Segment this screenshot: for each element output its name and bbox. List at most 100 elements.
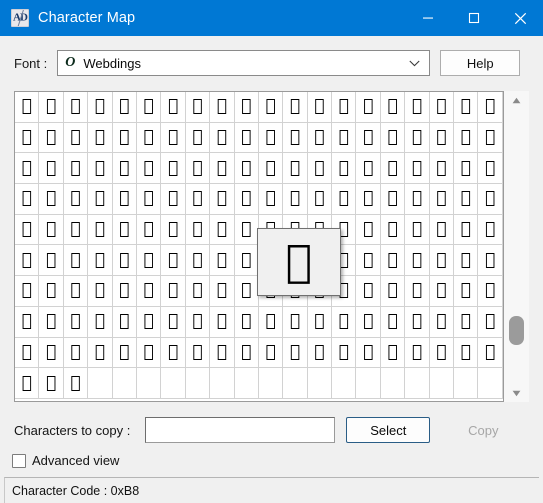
character-cell[interactable]:  (356, 184, 381, 215)
character-cell[interactable]:  (234, 184, 259, 215)
character-cell[interactable]:  (380, 245, 406, 277)
character-cell[interactable]:  (380, 276, 406, 307)
character-cell[interactable]:  (185, 122, 211, 154)
maximize-button[interactable] (451, 0, 497, 36)
character-cell[interactable]:  (454, 184, 479, 215)
character-cell[interactable]:  (307, 122, 333, 154)
character-cell[interactable] (405, 368, 430, 399)
character-cell[interactable]:  (112, 245, 137, 277)
character-cell[interactable]:  (405, 184, 430, 215)
character-cell[interactable]:  (454, 245, 479, 277)
character-cell[interactable]:  (161, 306, 186, 338)
character-cell[interactable]:  (356, 214, 381, 246)
character-cell[interactable]:  (380, 92, 406, 123)
character-cell[interactable]:  (136, 337, 162, 369)
character-cell[interactable]:  (161, 184, 186, 215)
character-cell[interactable]:  (39, 214, 64, 246)
character-cell[interactable]:  (258, 122, 284, 154)
character-cell[interactable]:  (380, 337, 406, 369)
character-cell[interactable]:  (88, 153, 113, 185)
characters-to-copy-input[interactable] (145, 417, 336, 443)
character-cell[interactable]:  (112, 122, 137, 154)
advanced-view-row[interactable]: Advanced view (12, 453, 543, 468)
character-cell[interactable]:  (63, 245, 89, 277)
character-cell[interactable] (454, 368, 479, 399)
character-cell[interactable]:  (234, 337, 259, 369)
character-cell[interactable]:  (356, 153, 381, 185)
character-cell[interactable]:  (356, 306, 381, 338)
character-cell[interactable]:  (283, 306, 308, 338)
character-cell[interactable]:  (210, 122, 235, 154)
character-cell[interactable]:  (356, 245, 381, 277)
character-cell[interactable]:  (63, 306, 89, 338)
character-cell[interactable]:  (15, 306, 40, 338)
character-cell[interactable]:  (234, 214, 259, 246)
character-cell[interactable]:  (136, 245, 162, 277)
character-cell[interactable]:  (210, 214, 235, 246)
character-cell[interactable]:  (39, 276, 64, 307)
character-cell[interactable]:  (429, 153, 455, 185)
character-cell[interactable]:  (63, 337, 89, 369)
character-cell[interactable] (283, 368, 308, 399)
character-cell[interactable]:  (405, 337, 430, 369)
character-cell[interactable]:  (15, 276, 40, 307)
character-cell[interactable]:  (356, 337, 381, 369)
character-cell[interactable]:  (185, 153, 211, 185)
character-cell[interactable]:  (405, 276, 430, 307)
character-cell[interactable]:  (429, 92, 455, 123)
character-cell[interactable]:  (39, 306, 64, 338)
character-cell[interactable]:  (258, 337, 284, 369)
character-cell[interactable]:  (136, 276, 162, 307)
character-cell[interactable]:  (161, 92, 186, 123)
character-cell[interactable]:  (429, 214, 455, 246)
character-cell[interactable]:  (15, 153, 40, 185)
character-cell[interactable]:  (307, 306, 333, 338)
character-cell[interactable] (234, 368, 259, 399)
character-cell[interactable]:  (112, 153, 137, 185)
character-cell[interactable] (161, 368, 186, 399)
character-cell[interactable]:  (405, 122, 430, 154)
character-cell[interactable]:  (88, 337, 113, 369)
character-cell[interactable]:  (210, 337, 235, 369)
character-cell[interactable]:  (380, 184, 406, 215)
character-cell[interactable]:  (136, 184, 162, 215)
character-cell[interactable]:  (63, 122, 89, 154)
character-cell[interactable]:  (307, 92, 333, 123)
character-cell[interactable]:  (185, 306, 211, 338)
character-cell[interactable]:  (161, 337, 186, 369)
character-cell[interactable]:  (15, 184, 40, 215)
character-cell[interactable]:  (112, 214, 137, 246)
character-cell[interactable]:  (15, 92, 40, 123)
character-cell[interactable]:  (429, 306, 455, 338)
character-cell[interactable]:  (136, 153, 162, 185)
character-cell[interactable]:  (210, 306, 235, 338)
character-cell[interactable]:  (380, 153, 406, 185)
character-cell[interactable]:  (210, 184, 235, 215)
character-cell[interactable] (112, 368, 137, 399)
character-cell[interactable]:  (39, 184, 64, 215)
character-cell[interactable]:  (283, 153, 308, 185)
character-cell[interactable] (307, 368, 333, 399)
character-cell[interactable]:  (63, 184, 89, 215)
advanced-view-checkbox[interactable] (12, 453, 26, 468)
character-cell[interactable] (478, 368, 503, 399)
character-cell[interactable]:  (15, 122, 40, 154)
character-cell[interactable]:  (63, 153, 89, 185)
character-cell[interactable] (380, 368, 406, 399)
character-cell[interactable]:  (210, 245, 235, 277)
character-cell[interactable]:  (405, 245, 430, 277)
character-cell[interactable]:  (454, 214, 479, 246)
character-cell[interactable]:  (332, 92, 357, 123)
character-cell[interactable]:  (136, 122, 162, 154)
character-cell[interactable]:  (283, 337, 308, 369)
character-cell[interactable]:  (136, 306, 162, 338)
character-cell[interactable]:  (332, 306, 357, 338)
character-cell[interactable]:  (380, 306, 406, 338)
character-cell[interactable]:  (88, 306, 113, 338)
character-cell[interactable]:  (88, 92, 113, 123)
character-cell[interactable]:  (405, 214, 430, 246)
character-cell[interactable]:  (307, 337, 333, 369)
character-cell[interactable]:  (112, 184, 137, 215)
character-cell[interactable] (185, 368, 211, 399)
character-cell[interactable]:  (39, 153, 64, 185)
